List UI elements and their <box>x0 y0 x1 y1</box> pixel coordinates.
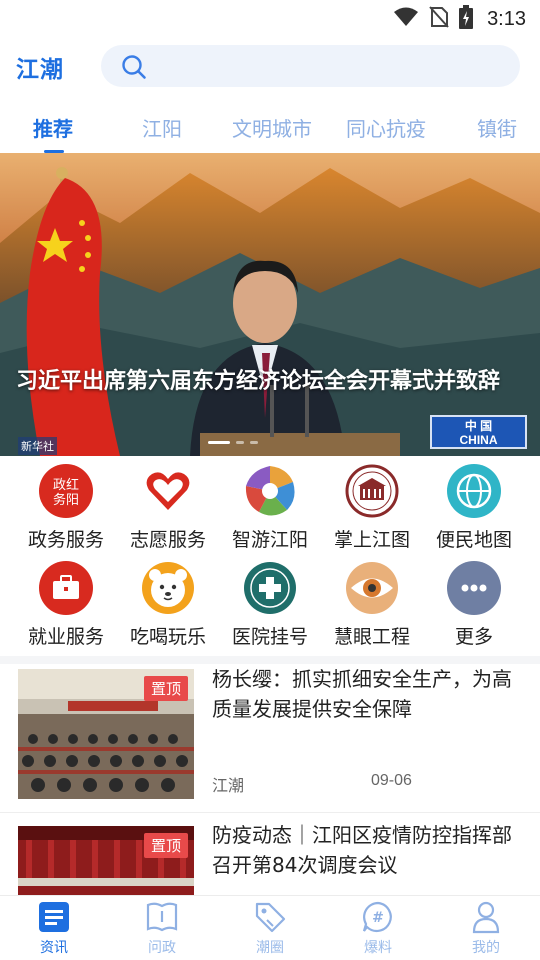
nav-label: 我的 <box>472 940 500 956</box>
search-icon <box>121 54 147 84</box>
service-label: 智游江阳 <box>231 529 308 551</box>
service-label: 便民地图 <box>435 529 512 551</box>
tab-civilized-city[interactable]: 文明城市 <box>232 113 312 142</box>
service-label: 就业服务 <box>27 626 104 648</box>
service-food-fun[interactable]: 吃喝玩乐 <box>116 561 220 649</box>
xinhua-watermark: 新华社 <box>18 437 57 455</box>
news-item[interactable]: 置顶 杨长缨：抓实抓细安全生产，为高质量发展提供安全保障 江潮 09-06 <box>0 664 540 812</box>
globe-map-icon <box>447 464 501 518</box>
plate-english: CHINA <box>459 433 498 447</box>
tab-recommend[interactable]: 推荐 <box>33 113 73 142</box>
nav-news[interactable]: 资讯 <box>4 900 104 957</box>
tab-jiangyang[interactable]: 江阳 <box>142 113 182 142</box>
services-grid: 政红 务阳 政务服务 志愿服务 智游江阳 掌上江图 便民地图 就业服务 吃喝玩乐… <box>0 456 540 656</box>
service-map[interactable]: 便民地图 <box>422 464 526 552</box>
nav-report[interactable]: # 爆料 <box>328 900 428 957</box>
service-label: 掌上江图 <box>333 529 410 551</box>
nav-label: 爆料 <box>364 940 392 956</box>
status-bar: 3:13 <box>0 0 540 38</box>
news-title[interactable]: 防疫动态｜江阳区疫情防控指挥部召开第84次调度会议 <box>212 820 520 880</box>
news-thumbnail: 置顶 <box>18 826 194 895</box>
nav-inquiry[interactable]: 问政 <box>112 900 212 957</box>
nav-circle[interactable]: 潮圈 <box>220 900 320 957</box>
china-nameplate: 中 国 CHINA <box>430 415 527 449</box>
nav-profile[interactable]: 我的 <box>436 900 536 957</box>
service-volunteer[interactable]: 志愿服务 <box>116 464 220 552</box>
service-smart-travel[interactable]: 智游江阳 <box>218 464 322 552</box>
service-government[interactable]: 政红 务阳 政务服务 <box>14 464 118 552</box>
nav-label: 问政 <box>148 940 176 956</box>
service-hospital[interactable]: 医院挂号 <box>218 561 322 649</box>
bear-face-icon <box>141 561 195 615</box>
news-doc-icon <box>4 900 104 934</box>
news-title[interactable]: 杨长缨：抓实抓细安全生产，为高质量发展提供安全保障 <box>212 664 520 724</box>
status-time: 3:13 <box>487 7 526 30</box>
carousel-dot <box>250 441 258 444</box>
user-icon <box>436 900 536 934</box>
eye-icon <box>345 561 399 615</box>
briefcase-icon <box>39 561 93 615</box>
pinned-badge: 置顶 <box>143 833 188 858</box>
service-label: 政务服务 <box>27 529 104 551</box>
news-date: 09-06 <box>371 772 412 789</box>
app-logo: 江潮 <box>16 57 64 83</box>
search-input[interactable] <box>101 45 520 87</box>
banner-caption[interactable]: 习近平出席第六届东方经济论坛全会开幕式并致辞 <box>16 367 526 397</box>
government-service-icon: 政红 务阳 <box>39 464 93 518</box>
news-item[interactable]: 置顶 防疫动态｜江阳区疫情防控指挥部召开第84次调度会议 <box>0 814 540 895</box>
news-source: 江潮 <box>212 776 245 795</box>
smart-travel-icon <box>243 464 297 518</box>
service-label: 志愿服务 <box>129 529 206 551</box>
bottom-navigation: 资讯 问政 潮圈 # 爆料 我的 <box>0 895 540 960</box>
status-icons: 3:13 <box>393 5 526 33</box>
nav-label: 潮圈 <box>256 940 284 956</box>
nav-label: 资讯 <box>40 940 68 956</box>
service-label: 吃喝玩乐 <box>129 626 206 648</box>
pinned-badge: 置顶 <box>143 676 188 701</box>
hashtag-chat-icon: # <box>328 900 428 934</box>
service-label: 慧眼工程 <box>333 626 410 648</box>
wifi-icon <box>393 7 419 31</box>
no-sim-icon <box>429 6 449 32</box>
service-library[interactable]: 掌上江图 <box>320 464 424 552</box>
hospital-badge-icon <box>243 561 297 615</box>
news-banner[interactable]: 中 国 CHINA 习近平出席第六届东方经济论坛全会开幕式并致辞 新华社 <box>0 153 540 456</box>
volunteer-heart-icon <box>141 464 195 518</box>
library-building-icon <box>345 464 399 518</box>
service-label: 医院挂号 <box>231 626 308 648</box>
tab-towns[interactable]: 镇街 <box>477 113 517 142</box>
tag-icon <box>220 900 320 934</box>
banner-image <box>0 153 540 456</box>
channel-tabs: 推荐 江阳 文明城市 同心抗疫 镇街 <box>0 96 540 153</box>
battery-charging-icon <box>459 5 474 33</box>
carousel-dots <box>208 441 258 444</box>
service-employment[interactable]: 就业服务 <box>14 561 118 649</box>
svg-text:政红: 政红 <box>53 477 79 493</box>
carousel-dot <box>236 441 244 444</box>
news-divider <box>0 812 540 813</box>
svg-text:务阳: 务阳 <box>53 492 79 508</box>
svg-text:#: # <box>372 910 384 926</box>
service-label: 更多 <box>454 626 493 648</box>
service-more[interactable]: 更多 <box>422 561 526 649</box>
plate-chinese: 中 国 <box>464 419 493 433</box>
tab-fight-epidemic[interactable]: 同心抗疫 <box>346 113 426 142</box>
news-thumbnail: 置顶 <box>18 669 194 799</box>
more-dots-icon <box>447 561 501 615</box>
service-smart-eye[interactable]: 慧眼工程 <box>320 561 424 649</box>
app-header: 江潮 <box>0 38 540 96</box>
carousel-dot-active <box>208 441 230 444</box>
inquiry-book-icon <box>112 900 212 934</box>
section-divider <box>0 656 540 664</box>
